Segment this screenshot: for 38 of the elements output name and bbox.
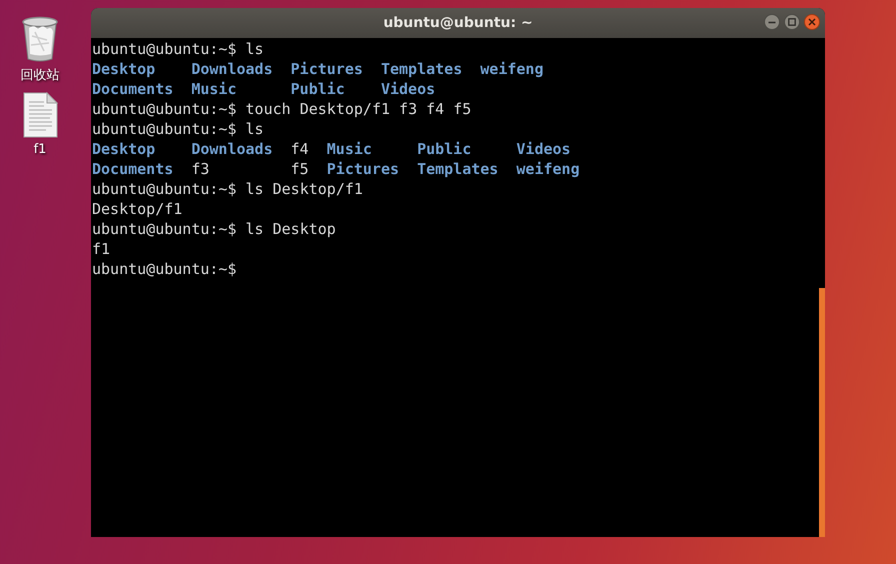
command-output: Desktop/f1 (92, 199, 182, 219)
directory-name: Documents (92, 79, 174, 99)
directory-name: Videos (380, 79, 436, 99)
directory-name: Pictures (326, 159, 400, 179)
directory-name: Videos (516, 139, 571, 159)
directory-name: Music (191, 79, 236, 99)
directory-name: Desktop (92, 139, 156, 159)
text-file-icon[interactable] (22, 92, 58, 138)
close-icon[interactable] (804, 14, 820, 30)
maximize-icon[interactable] (784, 14, 800, 30)
file-name: f5 (290, 159, 309, 179)
icon-label: f1 (34, 142, 46, 157)
minimize-icon[interactable] (764, 14, 780, 30)
file-name: f4 (290, 139, 309, 159)
directory-name: Downloads (191, 59, 273, 79)
icon-label: 回收站 (20, 67, 60, 84)
command-line: ubuntu@ubuntu:~$ ls (92, 119, 264, 139)
directory-name: weifeng (516, 159, 580, 179)
command-line: ubuntu@ubuntu:~$ touch Desktop/f1 f3 f4 f5 (92, 99, 472, 119)
command-output: f1 (92, 239, 110, 259)
directory-name: Pictures (290, 59, 363, 79)
window-title: ubuntu@ubuntu: ~ (383, 15, 533, 31)
directory-name: Public (290, 79, 345, 99)
directory-name: weifeng (480, 59, 544, 79)
directory-name: Templates (380, 59, 462, 79)
directory-name: Desktop (92, 59, 156, 79)
command-line: ubuntu@ubuntu:~$ ls (92, 39, 264, 59)
command-line: ubuntu@ubuntu:~$ ls Desktop/f1 (92, 179, 363, 199)
directory-name: Templates (417, 159, 498, 179)
file-name: f3 (191, 159, 210, 179)
command-line: ubuntu@ubuntu:~$ ls Desktop (92, 219, 336, 239)
directory-name: Music (326, 139, 372, 159)
directory-name: Public (417, 139, 472, 159)
command-line: ubuntu@ubuntu:~$ (92, 259, 236, 279)
directory-name: Documents (92, 159, 174, 179)
scrollbar-thumb[interactable] (819, 288, 825, 537)
directory-name: Downloads (191, 139, 273, 159)
trash-icon[interactable] (20, 16, 60, 62)
